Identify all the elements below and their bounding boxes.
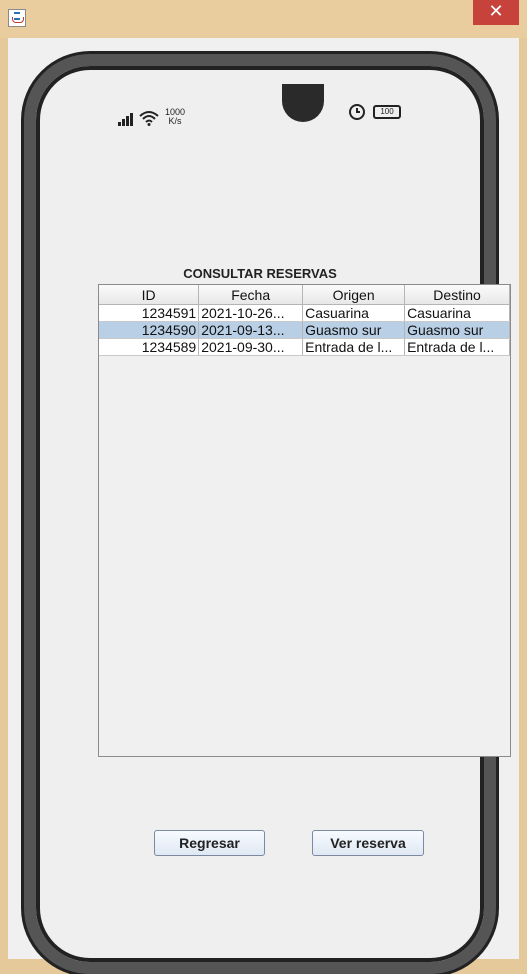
close-button[interactable]: ✕ [473,0,519,25]
cell-origen: Entrada de l... [302,338,406,356]
camera-notch [282,84,324,122]
back-button[interactable]: Regresar [154,830,265,856]
cell-origen: Guasmo sur [302,321,406,339]
status-bar-left: 1000 K/s [118,108,185,126]
phone-frame: 1000 K/s 100 CONSULTAR RESERVAS ID Fecha… [24,54,511,974]
column-header-fecha[interactable]: Fecha [198,285,304,305]
column-header-origen[interactable]: Origen [302,285,406,305]
cell-destino: Guasmo sur [404,321,510,339]
view-reservation-button[interactable]: Ver reserva [312,830,424,856]
column-header-destino[interactable]: Destino [404,285,510,305]
cell-id: 1234589 [99,338,200,356]
speed-unit: K/s [168,116,182,126]
status-bar-right: 100 [349,104,401,120]
page-title: CONSULTAR RESERVAS [183,266,337,281]
cell-destino: Casuarina [404,304,510,322]
alarm-icon [349,104,365,120]
cell-destino: Entrada de l... [404,338,510,356]
column-header-id[interactable]: ID [99,285,200,305]
window-content: 1000 K/s 100 CONSULTAR RESERVAS ID Fecha… [8,38,519,974]
title-bar: ✕ [0,0,527,38]
signal-icon [118,112,133,126]
cell-fecha: 2021-09-30... [198,338,304,356]
cell-id: 1234590 [99,321,200,339]
battery-icon: 100 [373,105,401,119]
table-row[interactable]: 1234591 2021-10-26... Casuarina Casuarin… [99,304,510,322]
cell-id: 1234591 [99,304,200,322]
cell-origen: Casuarina [302,304,406,322]
table-row[interactable]: 1234589 2021-09-30... Entrada de l... En… [99,338,510,356]
table-row-selected[interactable]: 1234590 2021-09-13... Guasmo sur Guasmo … [99,321,510,339]
java-icon [8,9,26,27]
network-speed: 1000 K/s [165,108,185,126]
cell-fecha: 2021-09-13... [198,321,304,339]
table-header-row: ID Fecha Origen Destino [99,285,510,305]
reservations-table[interactable]: ID Fecha Origen Destino 1234591 2021-10-… [98,284,511,757]
cell-fecha: 2021-10-26... [198,304,304,322]
wifi-icon [139,111,159,126]
